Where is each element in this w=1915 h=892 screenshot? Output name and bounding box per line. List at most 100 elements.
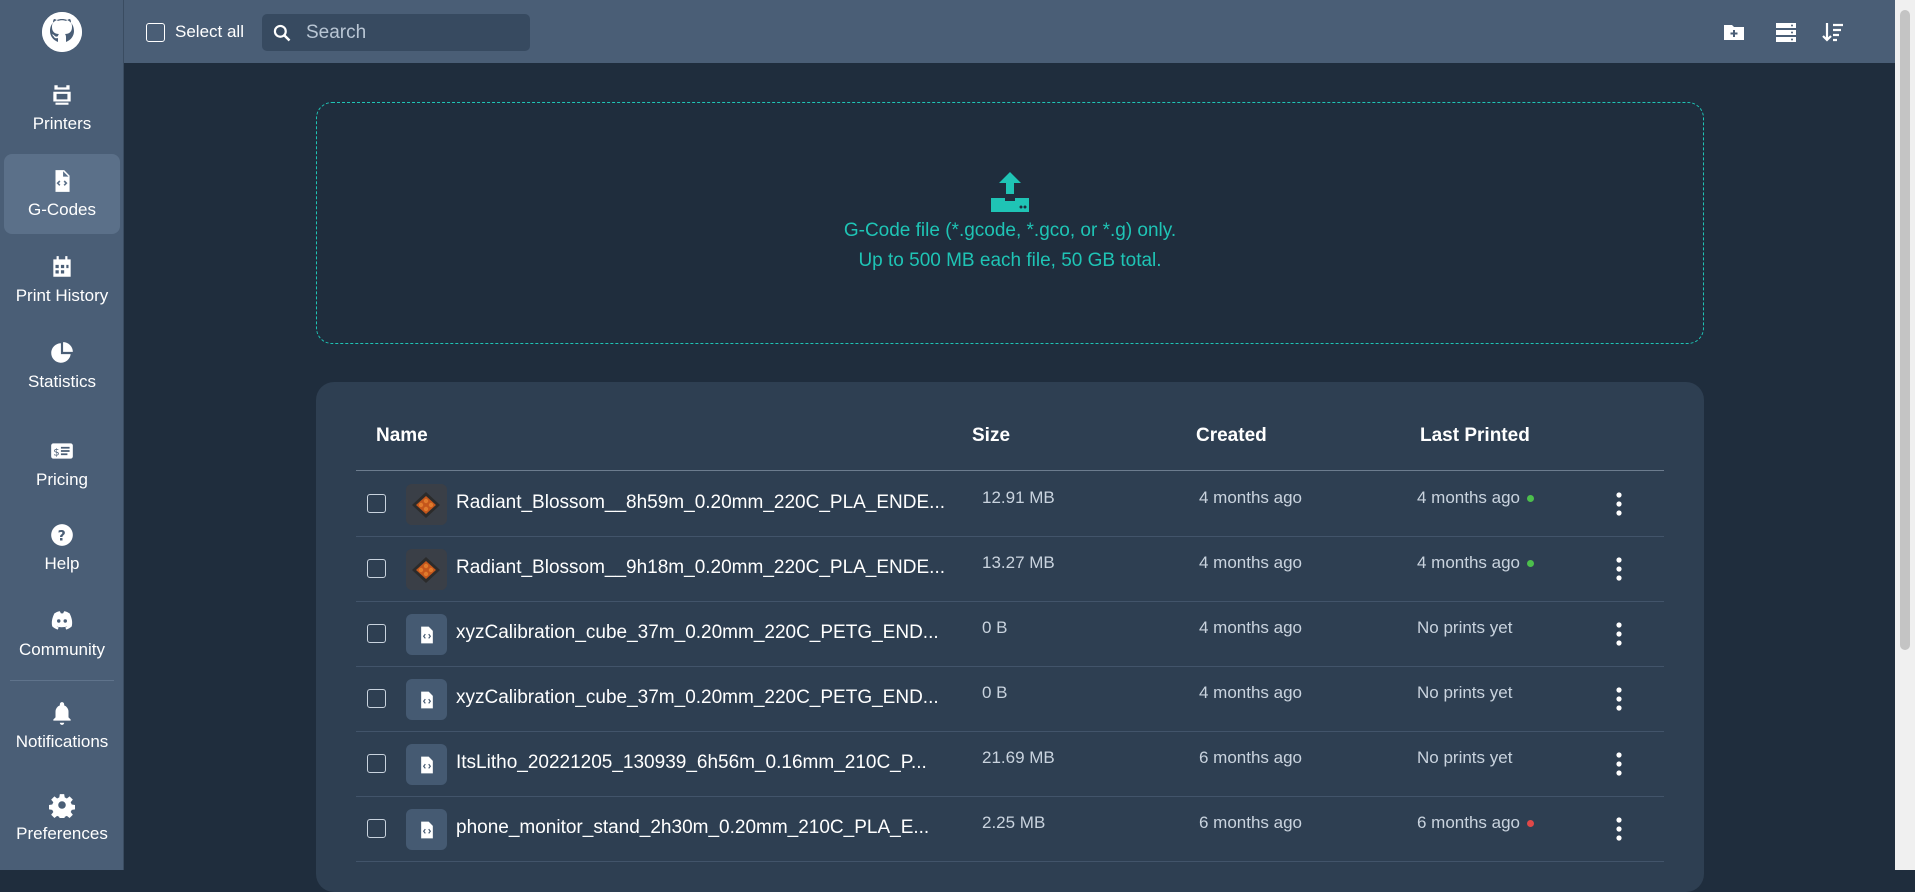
file-last-printed: No prints yet	[1417, 683, 1512, 703]
more-options-icon[interactable]	[1609, 814, 1629, 844]
list-view-icon[interactable]	[1774, 20, 1798, 44]
checkbox[interactable]	[146, 22, 165, 42]
column-created[interactable]: Created	[1196, 425, 1267, 447]
file-name[interactable]: xyzCalibration_cube_37m_0.20mm_220C_PETG…	[456, 622, 956, 644]
print-status-dot	[1527, 495, 1535, 503]
svg-text:?: ?	[58, 528, 66, 544]
search-box[interactable]	[262, 14, 530, 51]
nav-pricing[interactable]: $ Pricing	[4, 424, 120, 504]
select-all-checkbox[interactable]: Select all	[146, 22, 244, 42]
nav-label: Pricing	[36, 470, 88, 489]
row-checkbox[interactable]	[367, 689, 386, 708]
search-input[interactable]	[304, 20, 524, 45]
file-last-printed: No prints yet	[1417, 748, 1512, 768]
file-thumbnail[interactable]	[406, 744, 447, 785]
file-name[interactable]: phone_monitor_stand_2h30m_0.20mm_210C_PL…	[456, 817, 956, 839]
row-checkbox[interactable]	[367, 559, 386, 578]
calendar-icon	[53, 256, 71, 277]
gcode-table: Name Size Created Last Printed Radiant_B…	[316, 382, 1704, 892]
nav-label: Preferences	[16, 824, 108, 843]
vertical-scrollbar[interactable]	[1895, 0, 1915, 870]
file-name[interactable]: ItsLitho_20221205_130939_6h56m_0.16mm_21…	[456, 752, 956, 774]
file-created: 6 months ago	[1199, 748, 1303, 767]
nav-preferences[interactable]: Preferences	[4, 778, 120, 858]
row-checkbox[interactable]	[367, 494, 386, 513]
code-file-icon	[420, 691, 433, 708]
file-name[interactable]: Radiant_Blossom__8h59m_0.20mm_220C_PLA_E…	[456, 492, 956, 514]
file-name[interactable]: Radiant_Blossom__9h18m_0.20mm_220C_PLA_E…	[456, 557, 956, 579]
last-printed-text: No prints yet	[1417, 748, 1513, 767]
nav-label: Printers	[32, 114, 92, 133]
more-options-icon[interactable]	[1609, 489, 1629, 519]
github-cat-icon	[42, 12, 82, 52]
code-file-icon	[420, 756, 433, 773]
nav-gcodes[interactable]: G-Codes	[4, 154, 120, 234]
table-row[interactable]: Radiant_Blossom__9h18m_0.20mm_220C_PLA_E…	[356, 537, 1664, 602]
more-options-icon[interactable]	[1609, 619, 1629, 649]
nav-community[interactable]: Community	[4, 594, 120, 674]
svg-text:$: $	[53, 447, 59, 458]
file-last-printed: 4 months ago	[1417, 488, 1535, 508]
pie-chart-icon	[51, 342, 73, 363]
discord-icon	[51, 611, 73, 630]
file-created: 4 months ago	[1199, 553, 1303, 572]
file-size: 2.25 MB	[982, 813, 1046, 832]
file-thumbnail[interactable]	[406, 679, 447, 720]
file-size: 21.69 MB	[982, 748, 1055, 767]
row-checkbox[interactable]	[367, 754, 386, 773]
nav-label: Statistics	[27, 372, 97, 391]
nav-notifications[interactable]: Notifications	[4, 686, 120, 766]
nav-printers[interactable]: Printers	[4, 68, 120, 148]
search-icon	[273, 24, 291, 41]
column-last-printed[interactable]: Last Printed	[1420, 425, 1530, 447]
file-thumbnail[interactable]	[406, 484, 447, 525]
file-name[interactable]: xyzCalibration_cube_37m_0.20mm_220C_PETG…	[456, 687, 956, 709]
row-checkbox[interactable]	[367, 819, 386, 838]
top-toolbar: Select all	[124, 0, 1895, 63]
gcode-preview-thumbnail	[406, 484, 447, 525]
money-icon: $	[51, 443, 73, 459]
table-row[interactable]: phone_monitor_stand_2h30m_0.20mm_210C_PL…	[356, 797, 1664, 862]
more-options-icon[interactable]	[1609, 749, 1629, 779]
nav-print-history[interactable]: Print History	[4, 240, 120, 320]
more-options-icon[interactable]	[1609, 684, 1629, 714]
file-thumbnail[interactable]	[406, 809, 447, 850]
nav-statistics[interactable]: Statistics	[4, 326, 120, 406]
bell-icon	[53, 702, 71, 725]
sort-icon[interactable]	[1821, 20, 1845, 44]
last-printed-text: 4 months ago	[1417, 553, 1521, 572]
file-created: 4 months ago	[1199, 488, 1303, 507]
table-row[interactable]: xyzCalibration_cube_37m_0.20mm_220C_PETG…	[356, 667, 1664, 732]
printer-icon	[53, 85, 71, 105]
more-options-icon[interactable]	[1609, 554, 1629, 584]
nav-label: Community	[19, 640, 105, 659]
new-folder-icon[interactable]	[1722, 20, 1746, 44]
nav-label: Notifications	[15, 732, 109, 751]
sidebar-divider	[10, 680, 114, 681]
scrollbar-thumb[interactable]	[1900, 10, 1910, 650]
file-thumbnail[interactable]	[406, 614, 447, 655]
file-size: 13.27 MB	[982, 553, 1055, 572]
gcode-preview-thumbnail	[406, 549, 447, 590]
file-last-printed: No prints yet	[1417, 618, 1512, 638]
table-row[interactable]: Radiant_Blossom__8h59m_0.20mm_220C_PLA_E…	[356, 472, 1664, 537]
dropzone-hint-line1: G-Code file (*.gcode, *.gco, or *.g) onl…	[843, 220, 1177, 241]
file-thumbnail[interactable]	[406, 549, 447, 590]
column-size[interactable]: Size	[972, 425, 1010, 447]
table-row[interactable]: ItsLitho_20221205_130939_6h56m_0.16mm_21…	[356, 732, 1664, 797]
upload-dropzone[interactable]: G-Code file (*.gcode, *.gco, or *.g) onl…	[316, 102, 1704, 344]
gear-icon	[49, 794, 75, 818]
upload-icon	[991, 172, 1029, 212]
table-header: Name Size Created Last Printed	[356, 382, 1664, 471]
last-printed-text: 6 months ago	[1417, 813, 1521, 832]
nav-help[interactable]: ? Help	[4, 508, 120, 588]
print-status-dot	[1527, 820, 1535, 828]
file-created: 6 months ago	[1199, 813, 1303, 832]
app-logo[interactable]	[42, 12, 82, 52]
print-status-dot	[1527, 560, 1535, 568]
code-file-icon	[55, 170, 70, 192]
last-printed-text: No prints yet	[1417, 618, 1513, 637]
table-row[interactable]: xyzCalibration_cube_37m_0.20mm_220C_PETG…	[356, 602, 1664, 667]
column-name[interactable]: Name	[376, 425, 428, 447]
row-checkbox[interactable]	[367, 624, 386, 643]
